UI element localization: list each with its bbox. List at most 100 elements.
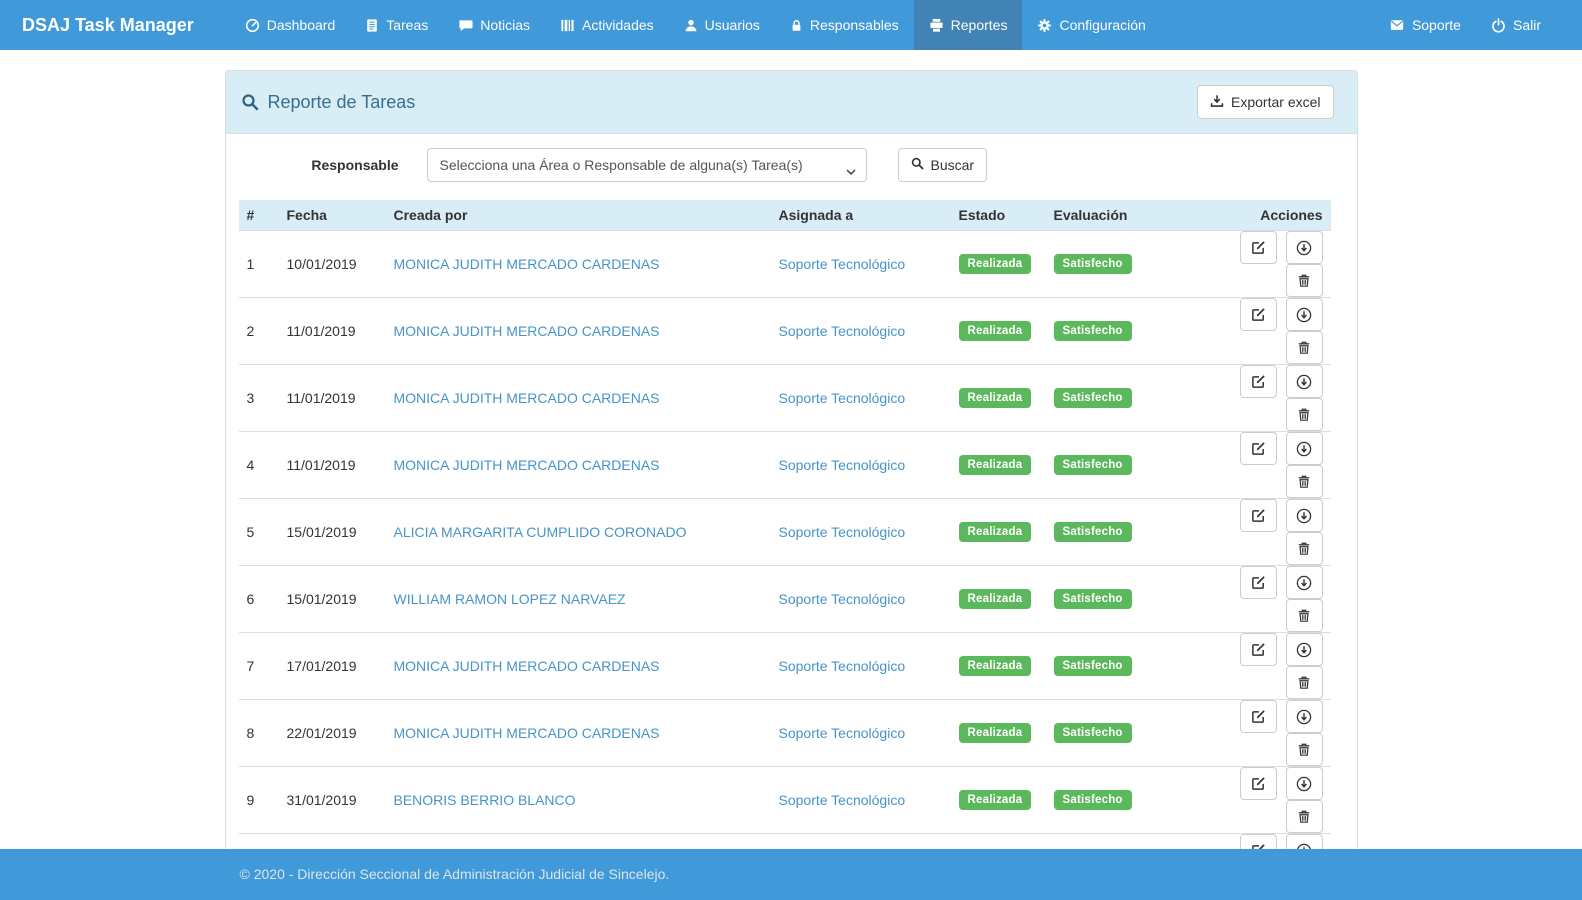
edit-task-button[interactable] [1240,566,1277,599]
download-circle-icon [1296,374,1312,390]
asignada-a-link[interactable]: Soporte Tecnológico [779,524,906,540]
report-panel: Reporte de Tareas Exportar excel Respons… [225,70,1358,849]
lock-icon [790,18,803,33]
edit-task-button[interactable] [1240,700,1277,733]
buscar-button[interactable]: Buscar [898,148,988,182]
download-task-button[interactable] [1286,767,1323,800]
asignada-a-link[interactable]: Soporte Tecnológico [779,658,906,674]
delete-task-button[interactable] [1286,264,1323,297]
download-task-button[interactable] [1286,633,1323,666]
nav-item-salir[interactable]: Salir [1476,0,1556,50]
column-header-creada-por: Creada por [386,200,771,231]
cell-fecha: 03/01/2019 [279,834,386,850]
estado-badge: Realizada [959,522,1032,542]
creada-por-link[interactable]: WILLIAM RAMON LOPEZ NARVAEZ [394,591,626,607]
power-icon [1491,18,1506,33]
nav-item-configuracion[interactable]: Configuración [1022,0,1160,50]
nav-item-dashboard[interactable]: Dashboard [230,0,351,50]
table-row-7: 8 22/01/2019 MONICA JUDITH MERCADO CARDE… [239,700,1331,767]
edit-icon [1251,441,1266,456]
cell-num: 7 [239,633,279,700]
edit-task-button[interactable] [1240,432,1277,465]
asignada-a-link[interactable]: Soporte Tecnológico [779,256,906,272]
nav-label: Responsables [810,17,899,33]
edit-icon [1251,374,1266,389]
cell-num: 8 [239,700,279,767]
comment-icon [458,18,473,33]
buscar-label: Buscar [931,157,975,173]
delete-task-button[interactable] [1286,599,1323,632]
estado-badge: Realizada [959,790,1032,810]
nav-item-reportes[interactable]: Reportes [914,0,1023,50]
trash-icon [1297,608,1311,623]
creada-por-link[interactable]: MONICA JUDITH MERCADO CARDENAS [394,390,660,406]
gear-icon [1037,18,1052,33]
nav-item-soporte[interactable]: Soporte [1374,0,1476,50]
creada-por-link[interactable]: ALICIA MARGARITA CUMPLIDO CORONADO [394,524,687,540]
delete-task-button[interactable] [1286,465,1323,498]
creada-por-link[interactable]: MONICA JUDITH MERCADO CARDENAS [394,457,660,473]
nav-item-noticias[interactable]: Noticias [443,0,545,50]
nav-item-tareas[interactable]: Tareas [350,0,443,50]
delete-task-button[interactable] [1286,398,1323,431]
creada-por-link[interactable]: MONICA JUDITH MERCADO CARDENAS [394,323,660,339]
download-task-button[interactable] [1286,499,1323,532]
cell-num: 10 [239,834,279,850]
download-task-button[interactable] [1286,298,1323,331]
delete-task-button[interactable] [1286,666,1323,699]
trash-icon [1297,742,1311,757]
edit-icon [1251,575,1266,590]
asignada-a-link[interactable]: Soporte Tecnológico [779,390,906,406]
asignada-a-link[interactable]: Soporte Tecnológico [779,323,906,339]
creada-por-link[interactable]: MONICA JUDITH MERCADO CARDENAS [394,658,660,674]
download-task-button[interactable] [1286,700,1323,733]
asignada-a-link[interactable]: Soporte Tecnológico [779,457,906,473]
edit-icon [1251,709,1266,724]
nav-item-usuarios[interactable]: Usuarios [669,0,775,50]
delete-task-button[interactable] [1286,331,1323,364]
column-header-estado: Estado [951,200,1046,231]
evaluacion-badge: Satisfecho [1054,723,1132,743]
delete-task-button[interactable] [1286,733,1323,766]
responsable-select[interactable]: Selecciona una Área o Responsable de alg… [427,148,867,182]
download-task-button[interactable] [1286,566,1323,599]
cell-fecha: 17/01/2019 [279,633,386,700]
asignada-a-link[interactable]: Soporte Tecnológico [779,725,906,741]
table-header-row: # Fecha Creada por Asignada a Estado Eva… [239,200,1331,231]
download-icon [1210,94,1224,111]
nav-item-responsables[interactable]: Responsables [775,0,914,50]
cell-num: 1 [239,231,279,298]
download-task-button[interactable] [1286,231,1323,264]
download-task-button[interactable] [1286,834,1323,849]
nav-item-actividades[interactable]: Actividades [545,0,669,50]
delete-task-button[interactable] [1286,532,1323,565]
estado-badge: Realizada [959,321,1032,341]
edit-task-button[interactable] [1240,231,1277,264]
asignada-a-link[interactable]: Soporte Tecnológico [779,591,906,607]
edit-task-button[interactable] [1240,298,1277,331]
export-excel-button[interactable]: Exportar excel [1197,85,1333,119]
evaluacion-badge: Satisfecho [1054,388,1132,408]
cell-num: 9 [239,767,279,834]
table-body: 1 10/01/2019 MONICA JUDITH MERCADO CARDE… [239,231,1331,850]
edit-task-button[interactable] [1240,499,1277,532]
creada-por-link[interactable]: MONICA JUDITH MERCADO CARDENAS [394,256,660,272]
asignada-a-link[interactable]: Soporte Tecnológico [779,792,906,808]
cell-fecha: 15/01/2019 [279,499,386,566]
estado-badge: Realizada [959,723,1032,743]
download-task-button[interactable] [1286,365,1323,398]
panel-heading: Reporte de Tareas Exportar excel [226,71,1357,134]
edit-task-button[interactable] [1240,365,1277,398]
page-footer: © 2020 - Dirección Seccional de Administ… [0,849,1582,900]
delete-task-button[interactable] [1286,800,1323,833]
top-navbar: DSAJ Task Manager Dashboard Tareas Notic… [0,0,1582,50]
creada-por-link[interactable]: BENORIS BERRIO BLANCO [394,792,576,808]
tasks-icon [365,18,379,33]
download-task-button[interactable] [1286,432,1323,465]
creada-por-link[interactable]: MONICA JUDITH MERCADO CARDENAS [394,725,660,741]
brand-title[interactable]: DSAJ Task Manager [0,0,216,50]
edit-task-button[interactable] [1240,633,1277,666]
download-circle-icon [1296,441,1312,457]
edit-task-button[interactable] [1240,767,1277,800]
edit-task-button[interactable] [1240,834,1277,849]
